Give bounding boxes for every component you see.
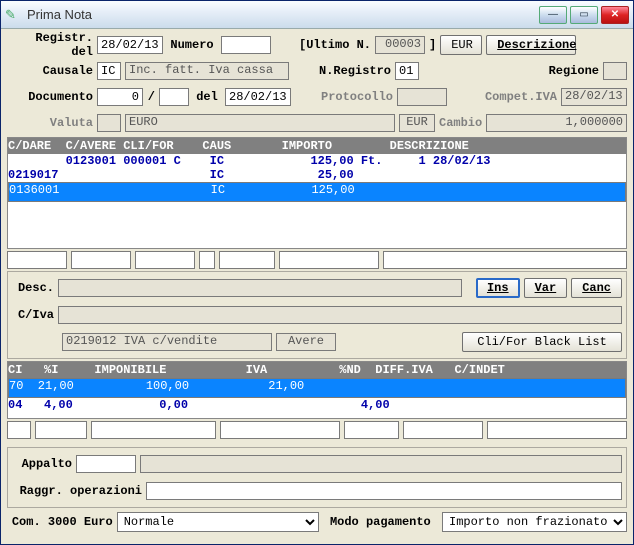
label-del: del: [193, 90, 221, 104]
label-causale: Causale: [7, 64, 93, 78]
descrizione-input[interactable]: [383, 251, 627, 269]
appalto-field[interactable]: [76, 455, 136, 473]
iva-grid[interactable]: CI %I IMPONIBILE IVA %ND DIFF.IVA C/INDE…: [7, 361, 627, 419]
label-com3000: Com. 3000 Euro: [7, 515, 113, 529]
ultimo-n-value: 00003: [375, 36, 425, 54]
cdare-input[interactable]: [7, 251, 67, 269]
valuta-code: EUR: [399, 114, 435, 132]
nregistro-field[interactable]: [395, 62, 419, 80]
importo-input[interactable]: [279, 251, 379, 269]
numero-field[interactable]: [221, 36, 271, 54]
pctnd-input[interactable]: [344, 421, 399, 439]
label-numero: Numero: [167, 38, 217, 52]
label-slash: /: [147, 90, 155, 104]
label-desc: Desc.: [12, 281, 54, 295]
grid2-header: CI %I IMPONIBILE IVA %ND DIFF.IVA C/INDE…: [8, 362, 626, 378]
label-modo-pag: Modo pagamento: [323, 515, 438, 529]
del-field[interactable]: [225, 88, 291, 106]
label-civa: C/Iva: [12, 308, 54, 322]
label-protocollo: Protocollo: [321, 90, 393, 104]
civa-line: 0219012 IVA c/vendite: [62, 333, 272, 351]
table-row[interactable]: 04 4,00 0,00 4,00: [8, 398, 626, 412]
protocollo-field: [397, 88, 447, 106]
pcti-input[interactable]: [35, 421, 87, 439]
civa-field: [58, 306, 622, 324]
table-row[interactable]: 0136001 IC 125,00: [8, 182, 626, 202]
minimize-button[interactable]: —: [539, 6, 567, 24]
desc-field: [58, 279, 462, 297]
ultimo-n-bracket: ]: [429, 38, 436, 52]
input-stripe: [7, 251, 627, 269]
desc-panel: Desc. Ins Var Canc C/Iva 0219012 IVA c/v…: [7, 271, 627, 359]
modo-pag-select[interactable]: Importo non frazionato: [442, 512, 627, 532]
label-cambio: Cambio: [439, 116, 482, 130]
label-regione: Regione: [549, 64, 599, 78]
valuta-name: EURO: [125, 114, 395, 132]
regione-field: [603, 62, 627, 80]
clifor-input[interactable]: [135, 251, 195, 269]
causale-code-field[interactable]: [97, 62, 121, 80]
iva-input[interactable]: [220, 421, 340, 439]
label-valuta: Valuta: [7, 116, 93, 130]
clifor-blacklist-button[interactable]: Cli/For Black List: [462, 332, 622, 352]
label-compet-iva: Compet.IVA: [485, 90, 557, 104]
tipo-input[interactable]: [199, 251, 215, 269]
avere-label: Avere: [276, 333, 336, 351]
cambio-value: 1,000000: [486, 114, 627, 132]
ci-input[interactable]: [7, 421, 31, 439]
label-ultimo-n: [Ultimo N.: [299, 38, 371, 52]
raggr-field[interactable]: [146, 482, 622, 500]
documento-b-field[interactable]: [159, 88, 189, 106]
documento-a-field[interactable]: [97, 88, 143, 106]
valuta-blank: [97, 114, 121, 132]
content-area: Registr. del Numero [Ultimo N. 00003 ] E…: [1, 29, 633, 544]
titlebar[interactable]: ✎ Prima Nota — ▭ ✕: [1, 1, 633, 29]
table-row[interactable]: 0219017 IC 25,00: [8, 168, 626, 182]
descrizione-button[interactable]: Descrizione: [486, 35, 576, 55]
main-window: ✎ Prima Nota — ▭ ✕ Registr. del Numero […: [0, 0, 634, 545]
label-appalto: Appalto: [12, 457, 72, 471]
caus-input[interactable]: [219, 251, 275, 269]
com3000-select[interactable]: Normale: [117, 512, 319, 532]
label-registr-del: Registr. del: [7, 31, 93, 59]
eur-button[interactable]: EUR: [440, 35, 482, 55]
causale-desc: Inc. fatt. Iva cassa: [125, 62, 289, 80]
label-raggr: Raggr. operazioni: [12, 484, 142, 498]
imponibile-input[interactable]: [91, 421, 216, 439]
grid1-header: C/DARE C/AVERE CLI/FOR CAUS IMPORTO DESC…: [8, 138, 626, 154]
var-button[interactable]: Var: [524, 278, 568, 298]
ins-button[interactable]: Ins: [476, 278, 520, 298]
canc-button[interactable]: Canc: [571, 278, 622, 298]
entries-grid[interactable]: C/DARE C/AVERE CLI/FOR CAUS IMPORTO DESC…: [7, 137, 627, 249]
app-icon: ✎: [5, 7, 21, 23]
table-row[interactable]: 70 21,00 100,00 21,00: [8, 378, 626, 398]
cindet-input[interactable]: [487, 421, 627, 439]
label-documento: Documento: [7, 90, 93, 104]
label-nregistro: N.Registro: [319, 64, 391, 78]
appalto-desc: [140, 455, 622, 473]
registr-del-field[interactable]: [97, 36, 163, 54]
window-title: Prima Nota: [27, 7, 539, 22]
cavere-input[interactable]: [71, 251, 131, 269]
compet-iva-field: 28/02/13: [561, 88, 627, 106]
iva-input-stripe: [7, 421, 627, 439]
diffiva-input[interactable]: [403, 421, 483, 439]
maximize-button[interactable]: ▭: [570, 6, 598, 24]
close-button[interactable]: ✕: [601, 6, 629, 24]
table-row[interactable]: 0123001 000001 C IC 125,00 Ft. 1 28/02/1…: [8, 154, 626, 168]
bottom-panel: Appalto Raggr. operazioni: [7, 447, 627, 508]
